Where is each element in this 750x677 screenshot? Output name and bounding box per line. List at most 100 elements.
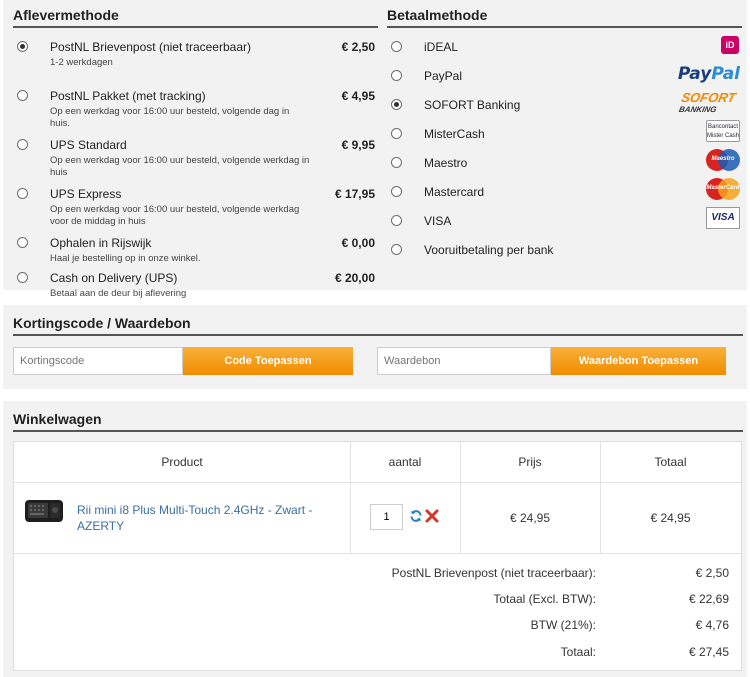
payment-option-visa[interactable]: VISA VISA	[387, 207, 742, 242]
radio-button[interactable]	[391, 186, 402, 197]
apply-code-button[interactable]: Code Toepassen	[183, 347, 353, 375]
shipping-option-postnl-pakket[interactable]: PostNL Pakket (met tracking) € 4,95 Op e…	[13, 88, 378, 137]
mistercash-logo-text: Mister Cash	[707, 133, 740, 139]
radio-button[interactable]	[391, 244, 402, 255]
sofort-logo-text: SOFORT	[680, 90, 738, 105]
bancontact-logo: Bancontact Mister Cash	[706, 120, 740, 142]
radio-button[interactable]	[17, 188, 28, 199]
shipping-option-ups-standard[interactable]: UPS Standard € 9,95 Op een werkdag voor …	[13, 137, 378, 186]
shipping-option-description: Op een werkdag voor 16:00 uur besteld, v…	[50, 204, 300, 227]
shipping-option-ups-express[interactable]: UPS Express € 17,95 Op een werkdag voor …	[13, 186, 378, 235]
shipping-option-name: UPS Standard	[50, 138, 127, 152]
item-total: € 24,95	[650, 511, 691, 525]
discount-title: Kortingscode / Waardebon	[13, 315, 743, 336]
header-product: Product	[161, 455, 203, 469]
radio-button[interactable]	[17, 139, 28, 150]
discount-panel: Kortingscode / Waardebon Code Toepassen …	[3, 305, 747, 389]
discount-code-input[interactable]	[13, 347, 183, 375]
summary-label: Totaal:	[560, 645, 596, 659]
paypal-logo: PayPal	[678, 64, 740, 84]
ideal-logo: iD	[721, 36, 739, 54]
summary-label: BTW (21%):	[530, 618, 596, 632]
item-price: € 24,95	[509, 511, 551, 525]
shipping-section: Aflevermethode PostNL Brievenpost (niet …	[13, 7, 378, 319]
cart-panel: Winkelwagen Product aantal Prijs Totaal …	[3, 401, 747, 677]
cart-title: Winkelwagen	[13, 411, 743, 432]
payment-option-name: SOFORT Banking	[424, 98, 521, 112]
shipping-option-price: € 17,95	[334, 187, 375, 201]
sofort-logo: SOFORT BANKING	[677, 90, 743, 119]
shipping-option-pickup[interactable]: Ophalen in Rijswijk € 0,00 Haal je beste…	[13, 235, 378, 270]
shipping-option-price: € 2,50	[341, 40, 375, 54]
payment-option-mastercard[interactable]: Mastercard MasterCard	[387, 178, 742, 213]
shipping-title: Aflevermethode	[13, 7, 378, 28]
radio-button[interactable]	[17, 237, 28, 248]
header-qty: aantal	[388, 455, 422, 469]
payment-option-name: Mastercard	[424, 185, 485, 199]
delete-icon[interactable]	[425, 509, 439, 523]
payment-option-name: Vooruitbetaling per bank	[424, 243, 554, 257]
quantity-input[interactable]	[370, 504, 403, 530]
payment-option-bank-transfer[interactable]: Vooruitbetaling per bank	[387, 242, 742, 271]
payment-title: Betaalmethode	[387, 7, 742, 28]
payment-option-maestro[interactable]: Maestro Maestro	[387, 149, 742, 184]
maestro-logo-text: Maestro	[711, 156, 735, 162]
mastercard-logo: MasterCard	[706, 178, 740, 200]
shipping-option-description: Op een werkdag voor 16:00 uur besteld, v…	[50, 106, 290, 129]
summary-label: PostNL Brievenpost (niet traceerbaar):	[391, 566, 596, 580]
product-thumbnail[interactable]	[24, 492, 64, 530]
radio-button[interactable]	[17, 272, 28, 283]
shipping-option-price: € 4,95	[341, 89, 375, 103]
payment-section: Betaalmethode iDEAL iD PayPal PayPal SOF…	[387, 7, 742, 271]
summary-value: € 22,69	[688, 592, 729, 606]
voucher-group: Waardebon Toepassen	[377, 347, 726, 375]
header-total: Totaal	[654, 455, 687, 469]
paypal-logo-text-pal: Pal	[711, 64, 740, 84]
summary-value: € 2,50	[695, 566, 729, 580]
radio-button[interactable]	[391, 157, 402, 168]
checkout-options-panel: Aflevermethode PostNL Brievenpost (niet …	[3, 0, 747, 299]
summary-total-row: Totaal: € 27,45	[14, 645, 741, 665]
apply-voucher-button[interactable]: Waardebon Toepassen	[551, 347, 726, 375]
radio-button[interactable]	[391, 41, 402, 52]
radio-button[interactable]	[391, 215, 402, 226]
summary-label: Totaal (Excl. BTW):	[493, 592, 596, 606]
radio-button[interactable]	[17, 90, 28, 101]
voucher-input[interactable]	[377, 347, 551, 375]
radio-button[interactable]	[17, 41, 28, 52]
payment-option-name: VISA	[424, 214, 452, 228]
maestro-logo: Maestro	[706, 149, 740, 171]
summary-shipping-row: PostNL Brievenpost (niet traceerbaar): €…	[14, 566, 741, 586]
payment-option-sofort[interactable]: SOFORT Banking SOFORT BANKING	[387, 90, 742, 126]
discount-code-group: Code Toepassen	[13, 347, 353, 375]
shipping-option-name: PostNL Pakket (met tracking)	[50, 89, 206, 103]
visa-logo: VISA	[706, 207, 740, 229]
summary-value: € 4,76	[695, 618, 729, 632]
shipping-option-description: 1-2 werkdagen	[50, 57, 113, 68]
payment-option-name: PayPal	[424, 69, 463, 83]
header-price: Prijs	[518, 455, 542, 469]
shipping-option-description: Betaal aan de deur bij aflevering	[50, 288, 187, 299]
shipping-option-name: Ophalen in Rijswijk	[50, 236, 152, 250]
radio-button[interactable]	[391, 128, 402, 139]
payment-option-mistercash[interactable]: MisterCash Bancontact Mister Cash	[387, 120, 742, 155]
shipping-option-postnl-brief[interactable]: PostNL Brievenpost (niet traceerbaar) € …	[13, 39, 378, 88]
cart-table: Product aantal Prijs Totaal Rii mini i8 …	[13, 441, 742, 671]
payment-option-name: iDEAL	[424, 40, 459, 54]
shipping-option-name: UPS Express	[50, 187, 122, 201]
radio-button[interactable]	[391, 99, 402, 110]
payment-option-name: MisterCash	[424, 127, 485, 141]
radio-button[interactable]	[391, 70, 402, 81]
summary-vat-row: BTW (21%): € 4,76	[14, 618, 741, 638]
shipping-option-description: Haal je bestelling op in onze winkel.	[50, 253, 201, 264]
shipping-option-price: € 20,00	[334, 271, 375, 285]
refresh-icon[interactable]	[409, 509, 423, 523]
mastercard-logo-text: MasterCard	[706, 185, 740, 191]
shipping-option-description: Op een werkdag voor 16:00 uur besteld, v…	[50, 155, 310, 178]
bancontact-logo-text: Bancontact	[707, 124, 739, 130]
sofort-logo-subtext: BANKING	[678, 105, 718, 114]
shipping-option-price: € 9,95	[341, 138, 375, 152]
product-name-link[interactable]: Rii mini i8 Plus Multi-Touch 2.4GHz - Zw…	[77, 502, 347, 534]
summary-subtotal-row: Totaal (Excl. BTW): € 22,69	[14, 592, 741, 612]
shipping-option-price: € 0,00	[341, 236, 375, 250]
